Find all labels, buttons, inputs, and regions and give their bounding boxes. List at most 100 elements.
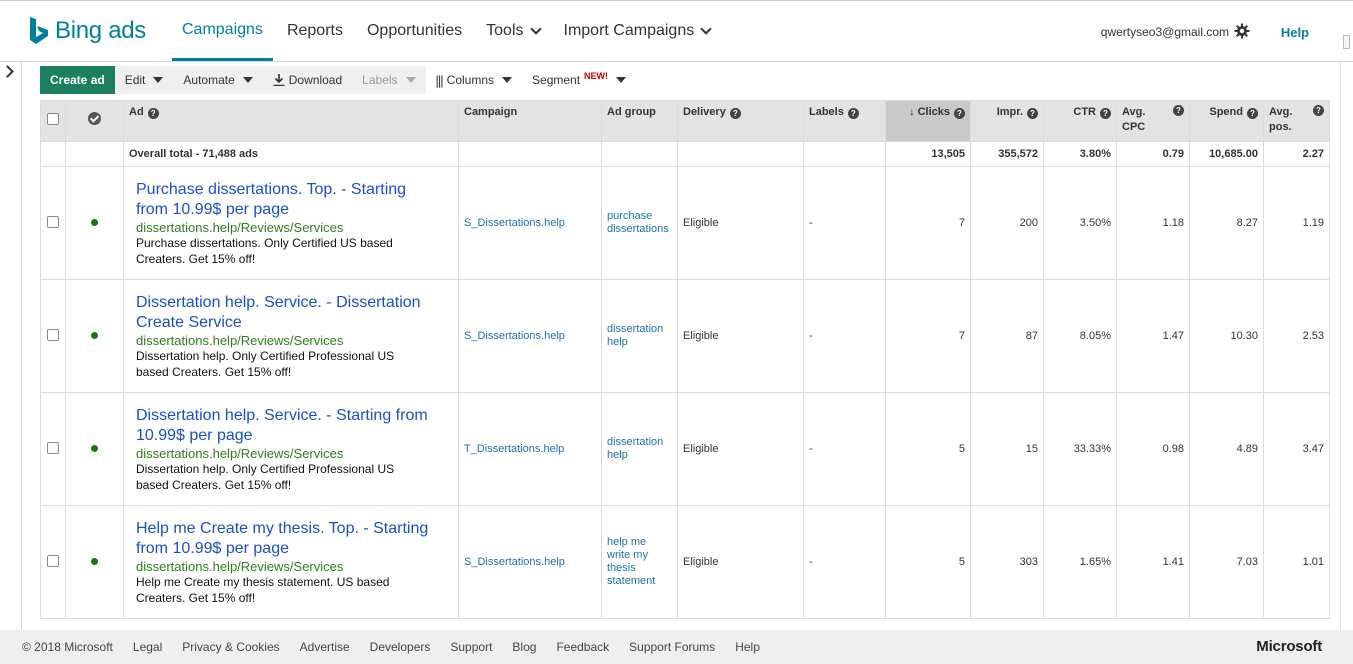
- nav-opportunities[interactable]: Opportunities: [357, 1, 472, 61]
- nav-tools[interactable]: Tools: [476, 1, 549, 61]
- spend-cell: 7.03: [1189, 505, 1264, 619]
- table-row[interactable]: Dissertation help. Service. - Starting f…: [40, 392, 1330, 506]
- create-ad-button[interactable]: Create ad: [40, 66, 115, 94]
- columns-button[interactable]: ||| Columns: [426, 66, 523, 94]
- row-checkbox[interactable]: [47, 441, 59, 454]
- col-header-avg-pos[interactable]: Avg. pos. ?: [1263, 100, 1330, 142]
- download-icon: [273, 74, 285, 86]
- ad-title-link[interactable]: Dissertation help. Service. - Dissertati…: [129, 293, 453, 333]
- expand-chevron-icon[interactable]: [1, 65, 14, 78]
- nav-tools-label: Tools: [486, 22, 524, 39]
- microsoft-logo[interactable]: Microsoft: [1256, 638, 1322, 655]
- col-header-ctr[interactable]: CTR?: [1043, 100, 1117, 142]
- help-icon[interactable]: ?: [847, 108, 859, 119]
- nav-reports[interactable]: Reports: [277, 1, 353, 61]
- table-row[interactable]: Help me Create my thesis. Top. - Startin…: [40, 505, 1330, 619]
- total-empty-cell: [40, 141, 66, 167]
- ad-title-link[interactable]: Dissertation help. Service. - Starting f…: [129, 406, 453, 446]
- footer-link-support-forums[interactable]: Support Forums: [629, 640, 715, 654]
- ad-group-link[interactable]: dissertation help: [607, 436, 672, 462]
- avg-pos-header-wrap: Avg. pos. ?: [1269, 105, 1324, 135]
- select-all-checkbox[interactable]: [47, 112, 59, 125]
- help-icon[interactable]: ?: [729, 108, 741, 119]
- help-link[interactable]: Help: [1281, 25, 1309, 40]
- total-impr: 355,572: [970, 141, 1044, 167]
- labels-label: Labels: [362, 73, 398, 87]
- col-header-labels[interactable]: Labels?: [803, 100, 886, 142]
- table-row[interactable]: Dissertation help. Service. - Dissertati…: [40, 279, 1330, 393]
- ad-title-link[interactable]: Purchase dissertations. Top. - Starting f…: [129, 180, 453, 220]
- footer-link-blog[interactable]: Blog: [512, 640, 536, 654]
- page-scrollbar-thumb[interactable]: [1343, 35, 1350, 49]
- avg-pos-cell: 1.01: [1263, 505, 1330, 619]
- total-spend: 10,685.00: [1189, 141, 1264, 167]
- columns-icon: |||: [435, 72, 444, 88]
- status-header[interactable]: [65, 100, 124, 142]
- campaign-cell: T_Dissertations.help: [458, 392, 602, 506]
- ad-group-link[interactable]: help me write my thesis statement: [607, 536, 672, 588]
- row-status-cell: [65, 166, 124, 280]
- footer-link-advertise[interactable]: Advertise: [300, 640, 350, 654]
- impr-cell: 87: [970, 279, 1044, 393]
- row-checkbox[interactable]: [47, 215, 59, 228]
- nav-campaigns[interactable]: Campaigns: [172, 1, 273, 61]
- ad-description: Help me Create my thesis statement. US b…: [129, 574, 453, 606]
- ad-display-url: dissertations.help/Reviews/Services: [136, 558, 344, 574]
- col-header-campaign[interactable]: Campaign: [458, 100, 602, 142]
- footer-link-support[interactable]: Support: [450, 640, 492, 654]
- row-checkbox[interactable]: [47, 328, 59, 341]
- total-empty-cell: [677, 141, 804, 167]
- col-impr-label: Impr.: [996, 106, 1023, 118]
- ad-title-line1: Dissertation help. Service. - Dissertati…: [136, 293, 421, 311]
- grid-toolbar: Create ad Edit Automate Download Labels: [40, 66, 636, 94]
- total-label: Overall total - 71,488 ads: [123, 141, 459, 167]
- edit-button[interactable]: Edit: [115, 66, 174, 94]
- ad-title-link[interactable]: Help me Create my thesis. Top. - Startin…: [129, 519, 453, 559]
- download-button[interactable]: Download: [263, 66, 352, 94]
- ad-group-line: help: [607, 336, 628, 348]
- col-header-ad-group[interactable]: Ad group: [601, 100, 678, 142]
- help-icon[interactable]: ?: [1027, 108, 1038, 119]
- vertical-scrollbar[interactable]: [1340, 62, 1353, 630]
- automate-button[interactable]: Automate: [173, 66, 262, 94]
- avg-pos-cell: 2.53: [1263, 279, 1330, 393]
- footer-link-legal[interactable]: Legal: [133, 640, 162, 654]
- labels-cell: -: [803, 166, 886, 280]
- col-header-ad[interactable]: Ad?: [123, 100, 459, 142]
- nav-reports-label: Reports: [286, 22, 343, 39]
- segment-button[interactable]: Segment NEW!: [522, 66, 636, 94]
- ads-grid: Ad? Campaign Ad group Delivery? Labels? …: [40, 100, 1330, 619]
- ad-group-link[interactable]: purchase dissertations: [607, 210, 672, 236]
- ad-group-line: purchase: [607, 210, 653, 222]
- row-checkbox[interactable]: [47, 554, 59, 567]
- help-icon[interactable]: ?: [1247, 108, 1258, 119]
- help-icon[interactable]: ?: [954, 108, 965, 119]
- table-row[interactable]: Purchase dissertations. Top. - Starting f…: [40, 166, 1330, 280]
- help-icon[interactable]: ?: [1100, 108, 1111, 119]
- footer-link-privacy[interactable]: Privacy & Cookies: [182, 640, 279, 654]
- chevron-down-icon: [700, 23, 712, 35]
- ad-display-url: dissertations.help/Reviews/Services: [136, 219, 344, 235]
- footer-link-developers[interactable]: Developers: [370, 640, 431, 654]
- campaign-link[interactable]: T_Dissertations.help: [464, 443, 564, 455]
- col-header-clicks[interactable]: ↓ Clicks?: [885, 100, 971, 142]
- footer-links: © 2018 Microsoft Legal Privacy & Cookies…: [22, 640, 780, 654]
- ad-group-link[interactable]: dissertation help: [607, 323, 672, 349]
- bing-ads-logo[interactable]: Bing ads: [28, 16, 146, 46]
- footer-link-feedback[interactable]: Feedback: [556, 640, 609, 654]
- col-header-spend[interactable]: Spend?: [1189, 100, 1264, 142]
- campaign-link[interactable]: S_Dissertations.help: [464, 556, 565, 568]
- footer-link-help[interactable]: Help: [735, 640, 760, 654]
- user-email[interactable]: qwertyseo3@gmail.com: [1101, 25, 1229, 39]
- help-icon[interactable]: ?: [1313, 105, 1324, 116]
- campaign-link[interactable]: S_Dissertations.help: [464, 217, 565, 229]
- help-icon[interactable]: ?: [147, 108, 159, 119]
- campaign-link[interactable]: S_Dissertations.help: [464, 330, 565, 342]
- gear-icon[interactable]: [1234, 23, 1250, 39]
- col-header-avg-cpc[interactable]: Avg. CPC ?: [1116, 100, 1190, 142]
- help-icon[interactable]: ?: [1173, 105, 1184, 116]
- labels-button[interactable]: Labels: [352, 66, 425, 94]
- col-header-delivery[interactable]: Delivery?: [677, 100, 804, 142]
- nav-import-campaigns[interactable]: Import Campaigns: [554, 1, 721, 61]
- col-header-impr[interactable]: Impr.?: [970, 100, 1044, 142]
